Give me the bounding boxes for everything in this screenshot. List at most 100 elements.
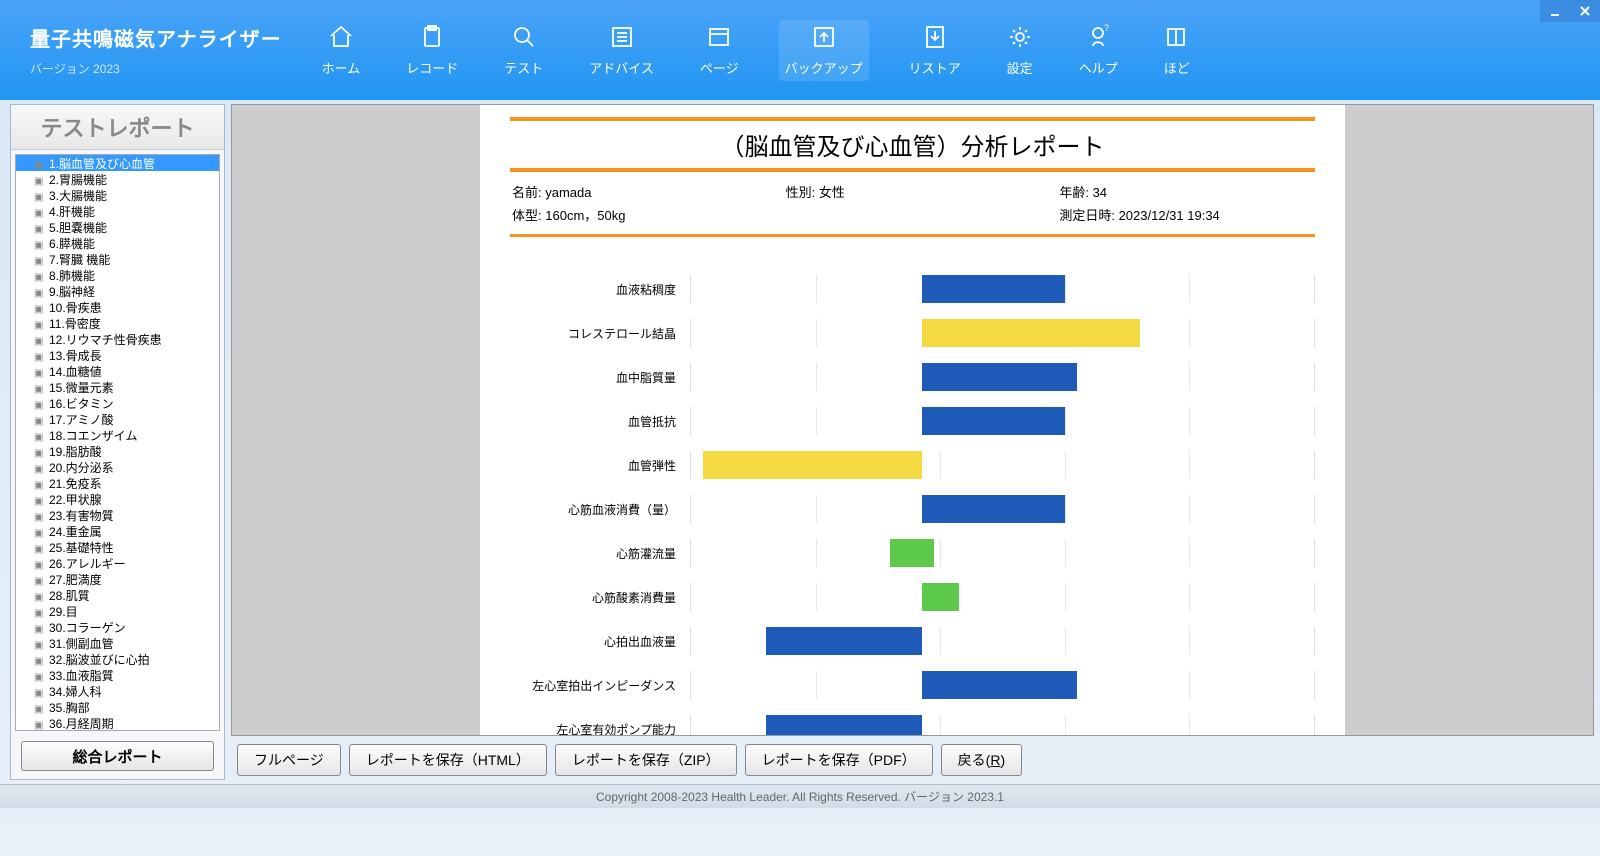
- tree-item[interactable]: 18.コエンザイム: [16, 427, 219, 443]
- report-tree[interactable]: 1.脳血管及び心血管2.胃腸機能3.大腸機能4.肝機能5.胆嚢機能6.膵機能7.…: [15, 154, 220, 731]
- chart-track: [690, 627, 1315, 655]
- summary-report-button[interactable]: 総合レポート: [21, 741, 214, 771]
- sidebar-title: テストレポート: [11, 105, 224, 150]
- list-icon: [609, 24, 635, 50]
- nav-clipboard[interactable]: レコード: [406, 24, 458, 77]
- book-icon: [1164, 24, 1190, 50]
- tree-item-label: 24.重金属: [49, 523, 102, 540]
- tree-item[interactable]: 1.脳血管及び心血管: [16, 155, 219, 171]
- tree-item-label: 10.骨疾患: [49, 299, 102, 316]
- tree-item[interactable]: 2.胃腸機能: [16, 171, 219, 187]
- tree-item[interactable]: 6.膵機能: [16, 235, 219, 251]
- tree-item[interactable]: 25.基礎特性: [16, 539, 219, 555]
- tree-item-label: 23.有害物質: [49, 507, 114, 524]
- chart-row: 心筋酸素消費量: [510, 575, 1315, 619]
- tree-node-icon: [34, 685, 46, 697]
- tree-item[interactable]: 36.月経周期: [16, 715, 219, 731]
- upload-icon: [811, 24, 837, 50]
- tree-item[interactable]: 31.側副血管: [16, 635, 219, 651]
- tree-item[interactable]: 19.脂肪酸: [16, 443, 219, 459]
- tree-item[interactable]: 3.大腸機能: [16, 187, 219, 203]
- tree-item[interactable]: 28.肌質: [16, 587, 219, 603]
- tree-node-icon: [34, 701, 46, 713]
- tree-item[interactable]: 9.脳神経: [16, 283, 219, 299]
- chart-track: [690, 363, 1315, 391]
- home-icon: [328, 24, 354, 50]
- tree-item[interactable]: 23.有害物質: [16, 507, 219, 523]
- tree-item[interactable]: 26.アレルギー: [16, 555, 219, 571]
- nav-window[interactable]: ページ: [700, 24, 739, 77]
- nav-help[interactable]: ?ヘルプ: [1079, 24, 1118, 77]
- nav-upload[interactable]: バックアップ: [779, 20, 869, 81]
- chart-bar: [703, 451, 921, 479]
- chart-bar: [922, 319, 1140, 347]
- tree-item[interactable]: 29.目: [16, 603, 219, 619]
- nav-label: ページ: [700, 58, 739, 77]
- chart-row: 血管抵抗: [510, 399, 1315, 443]
- minimize-button[interactable]: [1540, 0, 1570, 22]
- tree-item[interactable]: 5.胆嚢機能: [16, 219, 219, 235]
- tree-item[interactable]: 32.脳波並びに心拍: [16, 651, 219, 667]
- tree-node-icon: [34, 621, 46, 633]
- tree-item[interactable]: 20.内分泌系: [16, 459, 219, 475]
- chart-track: [690, 451, 1315, 479]
- back-button[interactable]: 戻る(R): [941, 744, 1022, 776]
- tree-item[interactable]: 7.腎臓 機能: [16, 251, 219, 267]
- tree-node-icon: [34, 365, 46, 377]
- close-button[interactable]: [1570, 0, 1600, 22]
- tree-item[interactable]: 16.ビタミン: [16, 395, 219, 411]
- tree-node-icon: [34, 669, 46, 681]
- full-page-button[interactable]: フルページ: [237, 744, 341, 776]
- tree-node-icon: [34, 269, 46, 281]
- chart-bar: [922, 671, 1078, 699]
- tree-item-label: 7.腎臓 機能: [49, 251, 110, 268]
- chart-label: 左心室有効ポンプ能力: [510, 721, 690, 737]
- save-html-button[interactable]: レポートを保存（HTML）: [349, 744, 547, 776]
- chart-row: コレステロール結晶: [510, 311, 1315, 355]
- tree-item[interactable]: 33.血液脂質: [16, 667, 219, 683]
- tree-item-label: 14.血糖値: [49, 363, 102, 380]
- tree-item[interactable]: 17.アミノ酸: [16, 411, 219, 427]
- nav-label: テスト: [504, 58, 543, 77]
- report-title: （脳血管及び心血管）分析レポート: [510, 117, 1315, 172]
- chart-track: [690, 583, 1315, 611]
- report-viewport[interactable]: （脳血管及び心血管）分析レポート 名前: yamada 性別: 女性 年齢: 3…: [231, 104, 1594, 736]
- save-pdf-button[interactable]: レポートを保存（PDF）: [745, 744, 933, 776]
- tree-item[interactable]: 8.肺機能: [16, 267, 219, 283]
- nav-book[interactable]: ほど: [1164, 24, 1190, 77]
- tree-item[interactable]: 4.肝機能: [16, 203, 219, 219]
- tree-item[interactable]: 35.胸部: [16, 699, 219, 715]
- download-icon: [922, 24, 948, 50]
- nav-list[interactable]: アドバイス: [589, 24, 654, 77]
- tree-item[interactable]: 24.重金属: [16, 523, 219, 539]
- nav-home[interactable]: ホーム: [322, 24, 361, 77]
- tree-item[interactable]: 13.骨成長: [16, 347, 219, 363]
- tree-item[interactable]: 27.肥満度: [16, 571, 219, 587]
- chart-row: 心拍出血液量: [510, 619, 1315, 663]
- nav-label: ほど: [1164, 58, 1190, 77]
- nav-gear[interactable]: 設定: [1007, 24, 1033, 77]
- gear-icon: [1007, 24, 1033, 50]
- nav-search[interactable]: テスト: [504, 24, 543, 77]
- nav-download[interactable]: リストア: [909, 24, 961, 77]
- save-zip-button[interactable]: レポートを保存（ZIP）: [555, 744, 737, 776]
- chart-track: [690, 671, 1315, 699]
- tree-item[interactable]: 22.甲状腺: [16, 491, 219, 507]
- patient-info: 名前: yamada 性別: 女性 年齢: 34 体型: 160cm，50kg: [510, 178, 1315, 237]
- tree-item[interactable]: 15.微量元素: [16, 379, 219, 395]
- tree-item[interactable]: 30.コラーゲン: [16, 619, 219, 635]
- tree-item-label: 16.ビタミン: [49, 395, 114, 412]
- tree-item[interactable]: 34.婦人科: [16, 683, 219, 699]
- nav-label: 設定: [1007, 58, 1033, 77]
- tree-item[interactable]: 10.骨疾患: [16, 299, 219, 315]
- tree-node-icon: [34, 333, 46, 345]
- tree-node-icon: [34, 589, 46, 601]
- tree-item[interactable]: 11.骨密度: [16, 315, 219, 331]
- chart-row: 心筋血液消費（量）: [510, 487, 1315, 531]
- nav-label: リストア: [909, 58, 961, 77]
- tree-item-label: 15.微量元素: [49, 379, 114, 396]
- tree-item[interactable]: 12.リウマチ性骨疾患: [16, 331, 219, 347]
- tree-item[interactable]: 14.血糖値: [16, 363, 219, 379]
- chart-track: [690, 539, 1315, 567]
- tree-item[interactable]: 21.免疫系: [16, 475, 219, 491]
